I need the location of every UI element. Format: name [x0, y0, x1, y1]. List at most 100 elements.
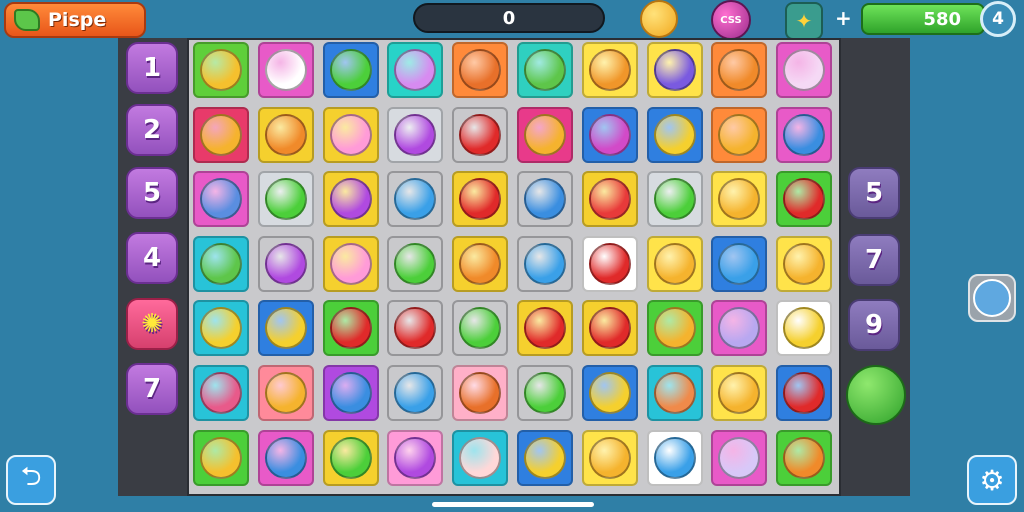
bomb-label: CSS: [720, 14, 742, 26]
board-tile[interactable]: [193, 171, 249, 228]
board-tile[interactable]: [452, 171, 509, 228]
board-tile[interactable]: [452, 429, 509, 486]
right-number-button[interactable]: 9: [848, 299, 900, 351]
board-tile[interactable]: [711, 171, 768, 228]
board-tile[interactable]: [452, 42, 509, 98]
board-tile[interactable]: [452, 106, 509, 163]
menu-button[interactable]: 4: [980, 1, 1016, 37]
board-tile[interactable]: [452, 235, 509, 292]
leaf-icon: [14, 9, 40, 31]
board-tile[interactable]: [776, 171, 833, 228]
board-tile[interactable]: [581, 365, 638, 421]
board-tile[interactable]: [517, 171, 573, 228]
left-number-button[interactable]: 1: [126, 42, 178, 94]
board-tile[interactable]: [711, 429, 768, 486]
energy-value: 580: [923, 8, 961, 30]
right-number-button[interactable]: 5: [848, 167, 900, 219]
left-number-button[interactable]: 7: [126, 363, 178, 415]
rocket-icon[interactable]: ✦: [785, 2, 823, 40]
board-tile[interactable]: [776, 106, 833, 163]
tile-creature-icon: [329, 372, 372, 414]
board-tile[interactable]: [257, 429, 314, 486]
board-tile[interactable]: [581, 42, 638, 98]
board-tile[interactable]: [322, 106, 379, 163]
board-tile[interactable]: [646, 429, 703, 486]
board-tile[interactable]: [711, 300, 768, 357]
board-tile[interactable]: [776, 235, 833, 292]
board-tile[interactable]: [322, 365, 379, 421]
board-tile[interactable]: [322, 42, 379, 98]
board-tile[interactable]: [257, 106, 314, 163]
board-tile[interactable]: [322, 300, 379, 357]
board-tile[interactable]: [517, 42, 573, 98]
board-tile[interactable]: [776, 429, 833, 486]
left-number-button[interactable]: 4: [126, 232, 178, 284]
board-tile[interactable]: [322, 171, 379, 228]
circle-toggle-button[interactable]: [968, 274, 1016, 322]
board-tile[interactable]: [646, 106, 703, 163]
board-tile[interactable]: [711, 235, 768, 292]
green-ball-booster[interactable]: [846, 365, 906, 425]
board-tile[interactable]: [257, 300, 314, 357]
board-tile[interactable]: [257, 365, 314, 421]
board-tile[interactable]: [581, 300, 638, 357]
board-tile[interactable]: [387, 235, 444, 292]
board-tile[interactable]: [711, 106, 768, 163]
board-tile[interactable]: [646, 300, 703, 357]
board-tile[interactable]: [517, 300, 573, 357]
board-tile[interactable]: [387, 300, 444, 357]
board-tile[interactable]: [517, 429, 573, 486]
board-tile[interactable]: [646, 365, 703, 421]
board-tile[interactable]: [517, 365, 573, 421]
board-tile[interactable]: [517, 106, 573, 163]
board-tile[interactable]: [581, 235, 638, 292]
board-tile[interactable]: [646, 235, 703, 292]
board-tile[interactable]: [387, 106, 444, 163]
plus-icon[interactable]: +: [835, 6, 852, 30]
board-tile[interactable]: [193, 106, 249, 163]
board-tile[interactable]: [581, 171, 638, 228]
board-tile[interactable]: [776, 300, 833, 357]
board-tile[interactable]: [193, 429, 249, 486]
tile-creature-icon: [200, 113, 242, 156]
board-tile[interactable]: [711, 42, 768, 98]
title-button[interactable]: Pispe: [4, 2, 146, 38]
tile-creature-icon: [653, 242, 696, 285]
board-tile[interactable]: [193, 42, 249, 98]
board-tile[interactable]: [581, 429, 638, 486]
tile-creature-icon: [264, 242, 307, 285]
board-tile[interactable]: [257, 42, 314, 98]
board-tile[interactable]: [452, 365, 509, 421]
board-tile[interactable]: [776, 42, 833, 98]
tile-creature-icon: [588, 113, 631, 156]
board-tile[interactable]: [646, 42, 703, 98]
board-tile[interactable]: [776, 365, 833, 421]
settings-button[interactable]: ⚙: [967, 455, 1017, 505]
board-tile[interactable]: [193, 365, 249, 421]
left-number-button[interactable]: 2: [126, 104, 178, 156]
board-tile[interactable]: [517, 235, 573, 292]
back-button[interactable]: ⮌: [6, 455, 56, 505]
tile-creature-icon: [783, 242, 826, 285]
board-tile[interactable]: [387, 171, 444, 228]
bomb-icon[interactable]: CSS: [711, 0, 751, 40]
tile-creature-icon: [394, 372, 437, 414]
board-tile[interactable]: [257, 171, 314, 228]
board-tile[interactable]: [581, 106, 638, 163]
board-tile[interactable]: [322, 429, 379, 486]
bug-button[interactable]: ✺: [126, 298, 178, 350]
board-tile[interactable]: [646, 171, 703, 228]
right-number-button[interactable]: 7: [848, 234, 900, 286]
board-tile[interactable]: [257, 235, 314, 292]
board-tile[interactable]: [387, 42, 444, 98]
board-tile[interactable]: [193, 235, 249, 292]
board-tile[interactable]: [193, 300, 249, 357]
coin-icon[interactable]: [640, 0, 678, 38]
board-tile[interactable]: [322, 235, 379, 292]
board-tile[interactable]: [452, 300, 509, 357]
board-tile[interactable]: [387, 365, 444, 421]
left-number-button[interactable]: 5: [126, 167, 178, 219]
board-tile[interactable]: [711, 365, 768, 421]
board-tile[interactable]: [387, 429, 444, 486]
tile-creature-icon: [329, 113, 372, 156]
